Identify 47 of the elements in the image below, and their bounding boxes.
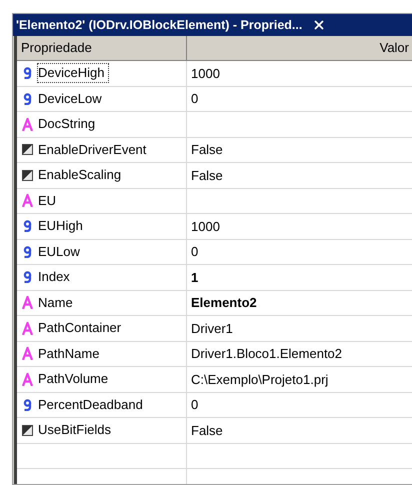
- property-value[interactable]: 1000: [191, 216, 220, 236]
- property-value[interactable]: 0: [191, 89, 198, 108]
- text-icon: [22, 347, 33, 360]
- property-value[interactable]: 0: [191, 395, 198, 414]
- property-name[interactable]: EnableScaling: [38, 166, 122, 184]
- property-name[interactable]: EUHigh: [38, 217, 83, 236]
- close-icon[interactable]: [312, 18, 326, 32]
- property-value[interactable]: False: [191, 140, 223, 160]
- column-header[interactable]: Propriedade: [17, 36, 187, 61]
- property-value[interactable]: 1000: [191, 64, 220, 83]
- number-icon: [23, 92, 32, 105]
- property-value[interactable]: 1: [191, 268, 198, 287]
- checkbox-icon: [22, 170, 33, 181]
- text-icon: [22, 322, 33, 335]
- property-name[interactable]: DeviceHigh: [38, 64, 108, 82]
- text-icon: [22, 118, 33, 131]
- property-value[interactable]: False: [191, 420, 223, 440]
- text-icon: [22, 296, 33, 310]
- number-icon: [23, 67, 32, 80]
- window-title: 'Elemento2' (IODrv.IOBlockElement) - Propried...: [16, 16, 302, 34]
- property-value[interactable]: Driver1: [191, 318, 233, 338]
- property-name[interactable]: Name: [38, 294, 73, 312]
- property-name[interactable]: PathVolume: [38, 370, 108, 388]
- property-name[interactable]: EU: [38, 192, 56, 210]
- property-name[interactable]: UseBitFields: [38, 421, 111, 440]
- property-value[interactable]: Driver1.Bloco1.Elemento2: [191, 344, 342, 364]
- property-name[interactable]: PathName: [38, 344, 100, 363]
- property-name[interactable]: DeviceLow: [38, 90, 102, 108]
- number-icon: [23, 246, 32, 258]
- text-icon: [22, 372, 33, 386]
- property-value[interactable]: Elemento2: [191, 293, 257, 312]
- property-name[interactable]: PercentDeadband: [38, 396, 143, 414]
- property-value[interactable]: 0: [191, 242, 198, 262]
- number-icon: [23, 271, 32, 284]
- property-name[interactable]: PathContainer: [38, 319, 122, 338]
- property-name[interactable]: Index: [38, 268, 70, 286]
- property-name[interactable]: EnableDriverEvent: [38, 140, 146, 159]
- property-value[interactable]: False: [191, 166, 223, 185]
- number-icon: [23, 220, 32, 232]
- property-value[interactable]: C:\Exemplo\Projeto1.prj: [191, 370, 328, 389]
- property-name[interactable]: DocString: [38, 115, 96, 134]
- property-name[interactable]: EULow: [38, 242, 80, 261]
- checkbox-icon: [22, 424, 33, 436]
- text-icon: [22, 194, 33, 208]
- number-icon: [23, 398, 32, 411]
- column-header[interactable]: Valor: [187, 36, 412, 61]
- checkbox-icon: [22, 144, 33, 156]
